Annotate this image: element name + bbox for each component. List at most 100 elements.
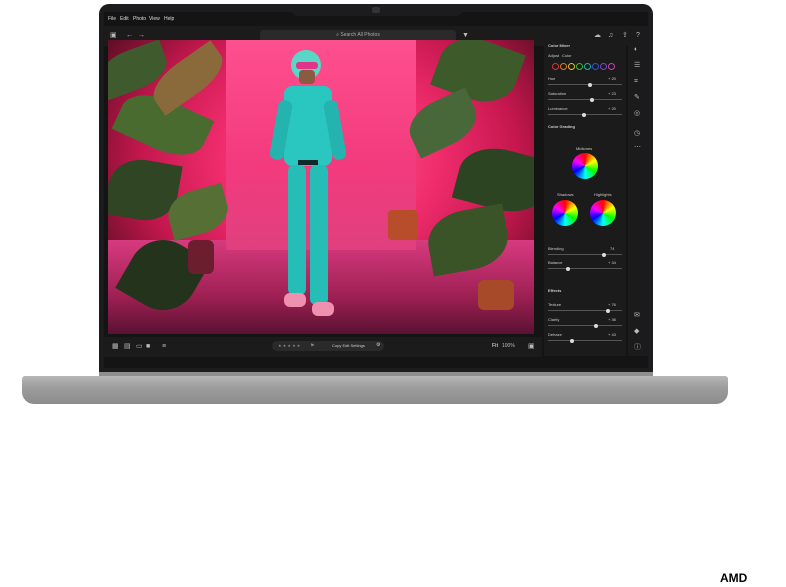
more-icon[interactable]: ⋯	[634, 144, 641, 152]
menu-file[interactable]: File	[108, 16, 116, 22]
rating-copy-group: ★ ★ ★ ★ ★ ⚑ Copy Edit Settings ⚙	[272, 341, 384, 351]
info-icon[interactable]: ⓘ	[634, 344, 641, 352]
effects-title[interactable]: Effects	[548, 288, 561, 293]
menu-photo[interactable]: Photo	[133, 16, 146, 22]
edit-icon[interactable]: ◐	[634, 46, 638, 54]
webcam-icon	[372, 7, 380, 13]
sliders-icon[interactable]: ☰	[634, 62, 640, 70]
luminance-value: + 20	[608, 106, 616, 111]
photo-canvas[interactable]	[108, 40, 534, 334]
flag-icon[interactable]: ⚑	[310, 343, 314, 349]
star-rating[interactable]: ★ ★ ★ ★ ★	[278, 343, 300, 348]
search-placeholder: Search All Photos	[340, 32, 380, 38]
clarity-slider[interactable]	[548, 323, 622, 328]
laptop-base	[22, 376, 728, 404]
slider-knob[interactable]	[590, 97, 594, 102]
balance-slider[interactable]	[548, 266, 622, 271]
blending-slider[interactable]	[548, 252, 622, 257]
hue-value: + 20	[608, 76, 616, 81]
adjust-label: Adjust	[548, 53, 560, 58]
blending-label: Blending	[548, 246, 564, 251]
compare-icon[interactable]: ▣	[528, 343, 535, 351]
hue-slider[interactable]	[548, 82, 622, 87]
texture-slider[interactable]	[548, 308, 622, 313]
slider-knob[interactable]	[570, 338, 574, 343]
person-leg	[288, 165, 306, 295]
comment-icon[interactable]: ✉	[634, 312, 640, 320]
saturation-value: + 23	[608, 91, 616, 96]
bell-icon[interactable]: ♫	[608, 32, 613, 40]
mask-icon[interactable]: ◎	[634, 110, 640, 118]
adjustments-panel: Color Mixer Adjust Color Hue + 20 Satura…	[544, 40, 626, 356]
grid-view-icon[interactable]: ▦	[112, 343, 119, 351]
plant-pot	[478, 280, 514, 310]
clarity-value: + 36	[608, 317, 616, 322]
blending-value: 74	[610, 246, 615, 251]
highlights-label: Highlights	[594, 192, 612, 197]
slider-knob[interactable]	[594, 323, 598, 328]
tag-icon[interactable]: ◆	[634, 328, 639, 336]
filter-icon[interactable]: ▼	[462, 32, 469, 40]
tool-sidebar: ◐ ☰ ⌗ ✎ ◎ ◷ ⋯ ✉ ◆ ⓘ	[628, 40, 648, 356]
color-swatch[interactable]	[584, 63, 591, 70]
slider-knob[interactable]	[588, 82, 592, 87]
luminance-label: Luminance	[548, 106, 568, 111]
slider-knob[interactable]	[566, 266, 570, 271]
menu-edit[interactable]: Edit	[120, 16, 129, 22]
color-swatch[interactable]	[568, 63, 575, 70]
menu-view[interactable]: View	[149, 16, 160, 22]
zoom-level[interactable]: 100%	[502, 343, 515, 349]
cloud-icon[interactable]: ☁	[594, 32, 601, 40]
shadows-label: Shadows	[557, 192, 574, 197]
texture-label: Texture	[548, 302, 562, 307]
hue-label: Hue	[548, 76, 556, 81]
highlights-wheel[interactable]	[590, 200, 616, 226]
square-grid-icon[interactable]: ▤	[124, 343, 131, 351]
color-swatch[interactable]	[576, 63, 583, 70]
panel-toggle-icon[interactable]: ▣	[110, 32, 117, 40]
midtones-label: Midtones	[576, 146, 593, 151]
luminance-slider[interactable]	[548, 112, 622, 117]
balance-value: + 34	[608, 260, 616, 265]
settings-icon[interactable]: ⚙	[376, 342, 380, 348]
color-swatch[interactable]	[592, 63, 599, 70]
amd-logo: AMD	[720, 571, 748, 585]
crop-icon[interactable]: ⌗	[634, 78, 638, 86]
bottom-bar: ▦ ▤ ▭ ■ ≡ ★ ★ ★ ★ ★ ⚑ Copy Edit Settings…	[104, 337, 542, 357]
shadows-wheel[interactable]	[552, 200, 578, 226]
balance-label: Balance	[548, 260, 563, 265]
detail-view-icon[interactable]: ▭	[136, 343, 143, 351]
history-icon[interactable]: ◷	[634, 130, 640, 138]
copy-edit-settings-button[interactable]: Copy Edit Settings	[332, 343, 365, 348]
dehaze-slider[interactable]	[548, 338, 622, 343]
person-leg	[310, 165, 328, 305]
shoe	[284, 293, 306, 307]
color-swatch[interactable]	[608, 63, 615, 70]
slider-knob[interactable]	[606, 308, 610, 313]
forward-arrow-icon[interactable]: →	[138, 32, 145, 40]
notch	[292, 4, 462, 16]
heal-icon[interactable]: ✎	[634, 94, 640, 102]
back-arrow-icon[interactable]: ←	[126, 32, 133, 40]
color-swatch[interactable]	[552, 63, 559, 70]
plant-pot	[388, 210, 418, 240]
person-jacket	[284, 86, 332, 166]
menu-help[interactable]: Help	[164, 16, 174, 22]
loupe-view-icon[interactable]: ■	[146, 343, 150, 351]
saturation-slider[interactable]	[548, 97, 622, 102]
slider-knob[interactable]	[602, 252, 606, 257]
color-grading-title: Color Grading	[548, 124, 575, 129]
adjust-select[interactable]: Color	[562, 53, 572, 58]
clarity-label: Clarity	[548, 317, 560, 322]
saturation-label: Saturation	[548, 91, 567, 96]
person-face	[299, 70, 315, 84]
color-swatch[interactable]	[600, 63, 607, 70]
sort-icon[interactable]: ≡	[162, 343, 166, 351]
share-icon[interactable]: ⇪	[622, 32, 628, 40]
fit-button[interactable]: Fit	[492, 343, 498, 349]
color-swatch[interactable]	[560, 63, 567, 70]
midtones-wheel[interactable]	[572, 153, 598, 179]
slider-knob[interactable]	[582, 112, 586, 117]
screen: File Edit Photo View Help ▣ ← → ⌕ Search…	[104, 12, 648, 368]
help-icon[interactable]: ?	[636, 32, 640, 40]
